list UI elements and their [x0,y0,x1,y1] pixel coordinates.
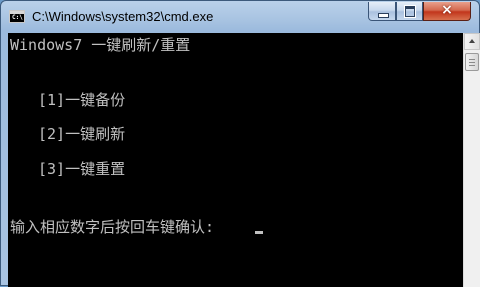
close-button[interactable]: × [423,2,471,21]
console-area[interactable]: Windows7 一键刷新/重置 [1]一键备份 [2]一键刷新 [3]一键重置… [8,33,480,287]
cmd-icon-text: C:\ [12,14,23,21]
title-bar[interactable]: C:\ C:\Windows\system32\cmd.exe × [1,1,479,33]
minimize-icon [378,13,389,18]
thumb-grip-line [469,65,475,66]
menu-option-reset: [3]一键重置 [38,160,126,178]
window-title: C:\Windows\system32\cmd.exe [32,9,214,24]
cmd-window: C:\ C:\Windows\system32\cmd.exe × Window… [0,0,480,287]
console-output[interactable]: Windows7 一键刷新/重置 [1]一键备份 [2]一键刷新 [3]一键重置… [8,33,463,287]
scroll-up-button[interactable] [464,33,480,50]
menu-option-refresh: [2]一键刷新 [38,125,126,143]
maximize-icon [404,5,416,18]
minimize-button[interactable] [368,2,396,21]
console-header: Windows7 一键刷新/重置 [10,36,191,54]
text-cursor [255,231,263,234]
scroll-thumb[interactable] [465,53,479,71]
menu-option-backup: [1]一键备份 [38,91,126,109]
close-icon: × [441,2,453,18]
thumb-grip-line [469,62,475,63]
thumb-grip-line [469,59,475,60]
maximize-button[interactable] [396,2,423,21]
input-prompt: 输入相应数字后按回车键确认: [10,218,215,236]
cmd-app-icon[interactable]: C:\ [9,10,25,23]
vertical-scrollbar[interactable] [463,33,480,287]
